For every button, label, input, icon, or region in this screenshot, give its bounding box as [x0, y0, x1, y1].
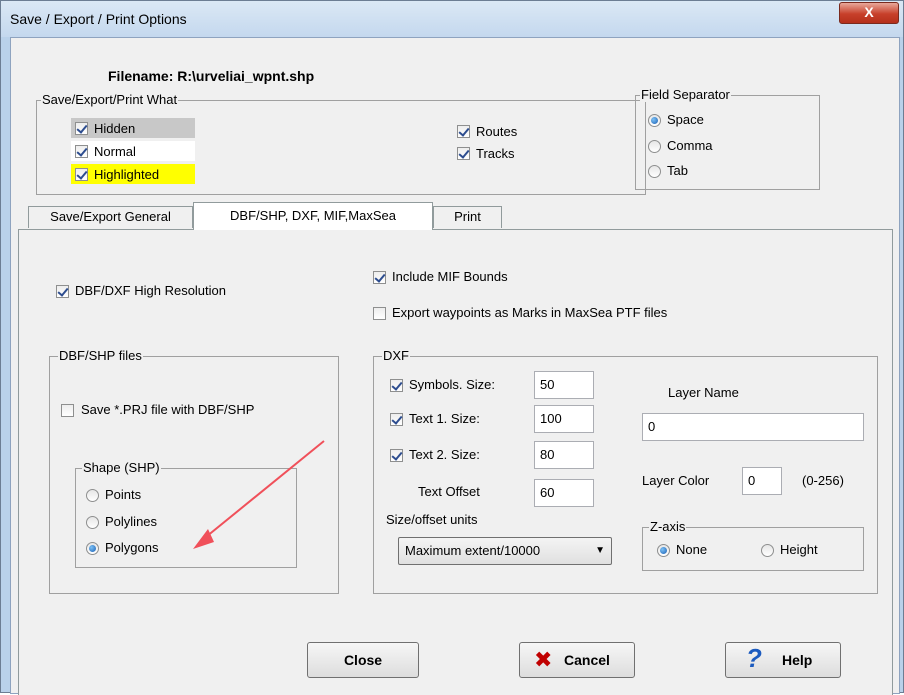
dialog-window: Save / Export / Print Options X Filename…	[0, 0, 904, 695]
tab-dbf-shp-dxf-mif-maxsea[interactable]: DBF/SHP, DXF, MIF,MaxSea	[193, 202, 433, 230]
arrow-annotation-icon	[193, 440, 325, 549]
